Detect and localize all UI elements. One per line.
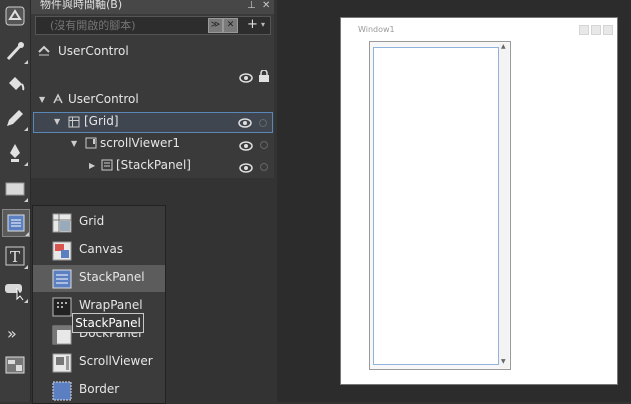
close-panel-icon[interactable]: ✕ (262, 0, 270, 12)
expand-arrow-icon[interactable]: ▼ (71, 139, 77, 148)
lock-toggle-icon[interactable] (260, 141, 268, 149)
stackpanel-icon (52, 269, 72, 289)
flyout-item-canvas[interactable]: Canvas (33, 237, 165, 264)
add-icon[interactable]: + (247, 17, 258, 32)
stackpanel-icon (101, 159, 113, 174)
script-search-bar: ≫ ✕ + ▾ (35, 16, 271, 35)
close-icon (603, 25, 613, 35)
show-all-eye-icon[interactable] (239, 72, 253, 86)
tree-label: [Grid] (84, 114, 119, 128)
usercontrol-icon (52, 93, 64, 108)
paint-bucket-tool-icon[interactable] (2, 70, 28, 96)
panel-title: 物件與時間軸(B) (40, 0, 123, 11)
visibility-eye-icon[interactable] (239, 162, 253, 176)
flyout-label: Canvas (79, 242, 124, 256)
lock-toggle-icon[interactable] (259, 119, 267, 127)
pencil-tool-icon[interactable] (2, 105, 28, 131)
vertical-scrollbar[interactable]: ▲ ▼ (499, 43, 509, 368)
minimize-icon (579, 25, 589, 35)
control-tool-icon[interactable] (2, 277, 28, 303)
dropdown-icon[interactable]: ▾ (261, 20, 265, 29)
border-icon (52, 381, 72, 401)
flyout-label: Grid (79, 214, 105, 228)
maximize-icon (591, 25, 601, 35)
tooltip: StackPanel (72, 313, 144, 333)
asset-library-icon[interactable]: » (2, 320, 28, 346)
flyout-label: WrapPanel (79, 298, 143, 312)
canvas-icon (52, 241, 72, 261)
scrollviewer-icon (85, 137, 97, 152)
window-design-surface[interactable]: Window1 ▲ ▼ (340, 17, 618, 385)
flyout-label: Border (79, 382, 120, 396)
visibility-eye-icon[interactable] (238, 117, 252, 131)
tree-label: [StackPanel] (116, 158, 191, 172)
flyout-label: ScrollViewer (79, 354, 153, 368)
expand-arrow-icon[interactable]: ▶ (89, 161, 95, 170)
flyout-item-scrollviewer[interactable]: ScrollViewer (33, 349, 165, 376)
scope-up-icon[interactable] (37, 44, 51, 59)
scroll-up-icon[interactable]: ▲ (501, 43, 506, 50)
clear-icon[interactable]: ✕ (223, 18, 238, 33)
tree-label: UserControl (68, 92, 139, 106)
grid-icon (52, 213, 72, 233)
tree-row-usercontrol[interactable]: ▼ UserControl (31, 91, 274, 110)
pen-tool-icon[interactable] (2, 140, 28, 166)
rectangle-tool-icon[interactable] (2, 176, 28, 202)
window-titlebar: Window1 (341, 18, 617, 35)
scrollviewer-icon (52, 353, 72, 373)
objects-timeline-panel: 物件與時間軸(B) ⊥ ✕ ≫ ✕ + ▾ UserControl ▼ User… (31, 0, 274, 178)
wrappanel-icon (52, 297, 72, 317)
selection-tool-icon[interactable] (2, 3, 28, 29)
dockpanel-icon (52, 325, 72, 345)
flyout-item-grid[interactable]: Grid (33, 209, 165, 236)
lock-all-icon[interactable] (258, 69, 270, 85)
expand-arrow-icon[interactable]: ▼ (39, 95, 45, 104)
flyout-item-stackpanel[interactable]: StackPanel (33, 265, 165, 292)
stackpanel-element[interactable] (373, 47, 499, 365)
text-tool-icon[interactable]: T (2, 243, 28, 269)
layout-panel-tool-icon[interactable] (2, 209, 30, 237)
scope-label: UserControl (58, 44, 129, 58)
expand-icon[interactable]: ≫ (208, 18, 223, 33)
tree-label: scrollViewer1 (100, 136, 180, 150)
svg-text:T: T (10, 248, 20, 266)
pin-icon[interactable]: ⊥ (247, 0, 256, 12)
grid-icon (68, 116, 80, 131)
layout-panels-flyout: Grid Canvas StackPanel WrapPanel DockPan… (32, 205, 166, 404)
scrollviewer-element[interactable]: ▲ ▼ (369, 41, 511, 370)
lock-toggle-icon[interactable] (260, 163, 268, 171)
window-title: Window1 (358, 25, 395, 34)
tree-row-grid[interactable]: ▼ [Grid] (33, 112, 273, 133)
expand-arrow-icon[interactable]: ▼ (54, 117, 60, 126)
script-search-input[interactable] (38, 18, 218, 33)
recent-asset-icon[interactable] (2, 352, 28, 378)
visibility-eye-icon[interactable] (239, 140, 253, 154)
scroll-down-icon[interactable]: ▼ (501, 358, 506, 365)
flyout-item-border[interactable]: Border (33, 377, 165, 404)
tools-toolbar: T » (0, 0, 31, 402)
svg-text:»: » (7, 324, 17, 343)
panel-header: 物件與時間軸(B) ⊥ ✕ (31, 0, 274, 14)
tree-row-stackpanel[interactable]: ▶ [StackPanel] (31, 157, 274, 176)
tree-row-scrollviewer[interactable]: ▼ scrollViewer1 (31, 135, 274, 154)
flyout-label: StackPanel (79, 270, 145, 284)
eyedropper-tool-icon[interactable] (2, 38, 28, 64)
